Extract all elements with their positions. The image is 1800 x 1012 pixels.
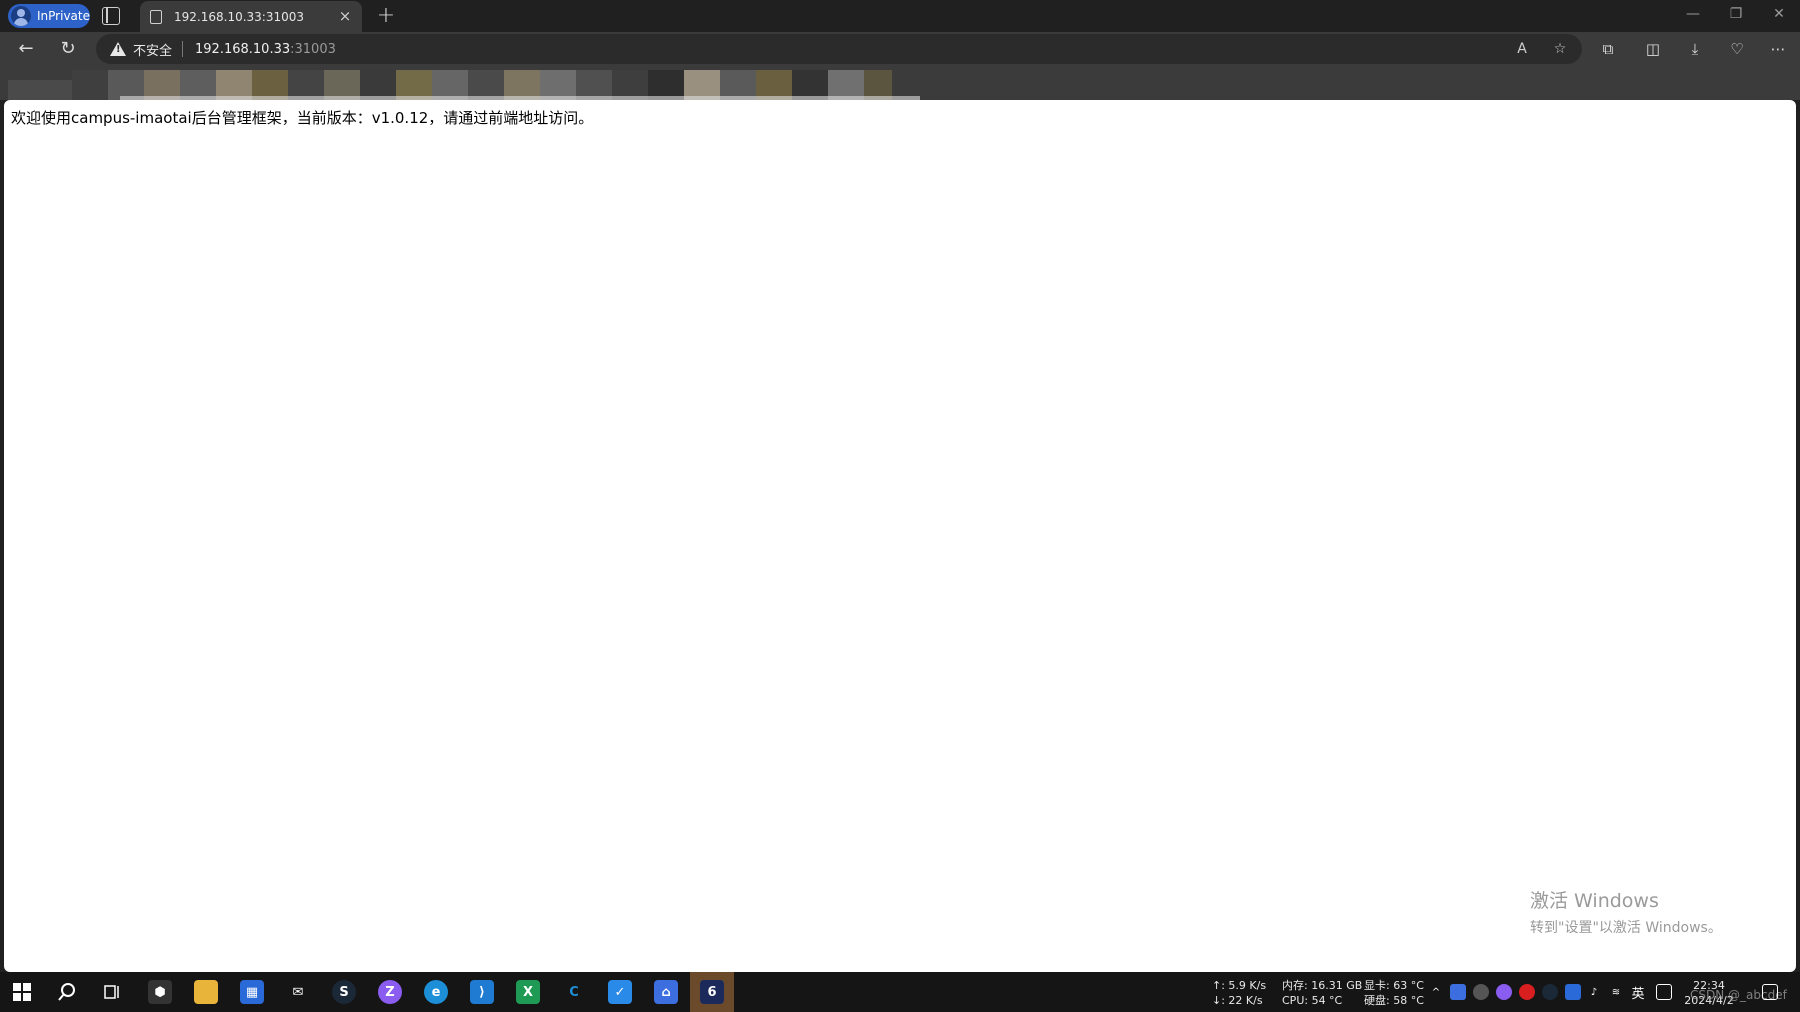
tray-steam-icon[interactable] bbox=[1542, 984, 1558, 1000]
tab-title: 192.168.10.33:31003 bbox=[174, 9, 305, 24]
tab-active[interactable]: 192.168.10.33:31003 × bbox=[140, 1, 362, 32]
inprivate-badge[interactable]: InPrivate bbox=[8, 4, 90, 28]
remote-desktop-icon[interactable]: ⌂ bbox=[654, 980, 678, 1004]
xmind-icon[interactable]: X bbox=[516, 980, 540, 1004]
new-tab-button[interactable]: + bbox=[374, 3, 398, 28]
page-content: 欢迎使用campus-imaotai后台管理框架，当前版本：v1.0.12，请通… bbox=[4, 100, 1796, 972]
tray-z-icon[interactable] bbox=[1496, 984, 1512, 1000]
wifi-icon[interactable]: ≋ bbox=[1608, 984, 1624, 1000]
hardware-stats-right: 显卡: 63 °C 硬盘: 58 °C bbox=[1364, 978, 1424, 1008]
windows-activation-watermark: 激活 Windows 转到"设置"以激活 Windows。 bbox=[1530, 886, 1722, 937]
edge-dev-icon[interactable]: C bbox=[562, 980, 586, 1004]
back-icon[interactable]: ← bbox=[14, 37, 38, 61]
volume-icon[interactable]: ♪ bbox=[1586, 984, 1602, 1000]
blur-block bbox=[72, 70, 108, 100]
gpu-temp: 显卡: 63 °C bbox=[1364, 979, 1424, 992]
memory-usage: 内存: 16.31 GB bbox=[1282, 979, 1363, 992]
browser-essentials-icon[interactable]: ♡ bbox=[1725, 37, 1749, 61]
tray-weibo-icon[interactable] bbox=[1519, 984, 1535, 1000]
refresh-icon[interactable]: ↻ bbox=[56, 37, 80, 61]
file-explorer-icon[interactable] bbox=[194, 980, 218, 1004]
minimize-button[interactable]: — bbox=[1683, 6, 1703, 22]
page-icon bbox=[150, 9, 162, 24]
screen: InPrivate 192.168.10.33:31003 × + — ❐ ✕ … bbox=[0, 0, 1800, 1012]
read-aloud-icon[interactable]: A bbox=[1510, 34, 1534, 64]
more-menu-icon[interactable]: ⋯ bbox=[1766, 37, 1790, 61]
tray-app-icon[interactable] bbox=[1565, 984, 1581, 1000]
notification-icon[interactable] bbox=[1762, 984, 1778, 1000]
cpu-temp: CPU: 54 °C bbox=[1282, 994, 1343, 1007]
store-icon[interactable]: ▦ bbox=[240, 980, 264, 1004]
close-window-button[interactable]: ✕ bbox=[1769, 6, 1789, 22]
tray-remote-icon[interactable] bbox=[1450, 984, 1466, 1000]
watermark-line1: 激活 Windows bbox=[1530, 890, 1659, 912]
net-down: ↓: 22 K/s bbox=[1212, 994, 1263, 1007]
ime-grid-icon[interactable] bbox=[1656, 984, 1672, 1000]
url-host[interactable]: 192.168.10.33 bbox=[195, 42, 290, 57]
split-screen-icon[interactable]: ◫ bbox=[1641, 37, 1665, 61]
address-bar[interactable]: 不安全 192.168.10.33 :31003 A ☆ bbox=[96, 34, 1582, 64]
steam-icon[interactable]: S bbox=[332, 980, 356, 1004]
disk-temp: 硬盘: 58 °C bbox=[1364, 994, 1424, 1007]
z-app-icon[interactable]: Z bbox=[378, 980, 402, 1004]
tab-bar: InPrivate 192.168.10.33:31003 × + — ❐ ✕ bbox=[0, 0, 1800, 32]
tab-actions-icon[interactable] bbox=[102, 7, 120, 25]
mail-icon[interactable]: ✉ bbox=[286, 980, 310, 1004]
search-icon[interactable] bbox=[55, 980, 79, 1004]
ime-indicator[interactable]: 英 bbox=[1630, 984, 1646, 1002]
edge-icon[interactable]: e bbox=[424, 980, 448, 1004]
app-hexagon-icon[interactable]: ⬢ bbox=[148, 980, 172, 1004]
security-label[interactable]: 不安全 bbox=[133, 40, 172, 59]
address-divider bbox=[182, 41, 184, 57]
download-icon[interactable]: ⤓ bbox=[1683, 37, 1707, 61]
toolbar: ← ↻ 不安全 192.168.10.33 :31003 A ☆ ⧉ ◫ ⤓ ♡… bbox=[0, 32, 1800, 66]
inprivate-label: InPrivate bbox=[37, 9, 90, 23]
task-view-icon[interactable] bbox=[100, 980, 124, 1004]
extensions-icon[interactable]: ⧉ bbox=[1596, 37, 1620, 61]
restore-button[interactable]: ❐ bbox=[1726, 6, 1746, 22]
tray-overflow-icon[interactable]: ^ bbox=[1428, 984, 1444, 1000]
profile-icon bbox=[11, 6, 31, 26]
vscode-icon[interactable]: ⟩ bbox=[470, 980, 494, 1004]
hardware-stats-left: 内存: 16.31 GB CPU: 54 °C bbox=[1282, 978, 1362, 1008]
network-stats: ↑: 5.9 K/s ↓: 22 K/s bbox=[1212, 978, 1266, 1008]
active-app-icon[interactable]: 6 bbox=[700, 980, 724, 1004]
taskbar: ⬢ ▦ ✉ S Z e ⟩ X C ✓ ⌂ 6 ↑: 5.9 K/s ↓: 22… bbox=[0, 972, 1800, 1012]
todo-icon[interactable]: ✓ bbox=[608, 980, 632, 1004]
warning-icon[interactable] bbox=[110, 42, 126, 56]
welcome-message: 欢迎使用campus-imaotai后台管理框架，当前版本：v1.0.12，请通… bbox=[11, 109, 594, 127]
net-up: ↑: 5.9 K/s bbox=[1212, 979, 1267, 992]
blur-block bbox=[8, 80, 72, 100]
windows-start-icon[interactable] bbox=[10, 980, 34, 1004]
watermark-line2: 转到"设置"以激活 Windows。 bbox=[1530, 920, 1722, 936]
tray-chrome-icon[interactable] bbox=[1473, 984, 1489, 1000]
tab-close-icon[interactable]: × bbox=[336, 7, 354, 25]
favorite-star-icon[interactable]: ☆ bbox=[1548, 34, 1572, 64]
favorites-bar-blurred bbox=[0, 66, 1800, 100]
url-port[interactable]: :31003 bbox=[290, 42, 336, 57]
